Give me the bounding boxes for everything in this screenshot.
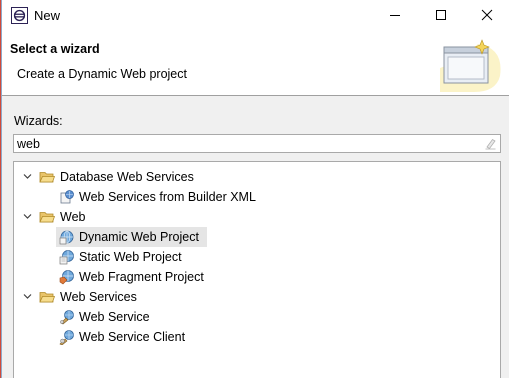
close-icon [481,9,493,21]
tree-item-web-services-from-builder-xml[interactable]: Web Services from Builder XML [14,187,500,207]
tree-group-web[interactable]: Web [14,207,500,227]
minimize-button[interactable] [372,0,418,30]
tree-item-web-fragment-project[interactable]: Web Fragment Project [14,267,500,287]
tree-item-web-service-client[interactable]: Web Service Client [14,327,500,347]
header-title: Select a wizard [10,42,100,56]
folder-open-icon [39,172,55,183]
wizard-header: Select a wizard Create a Dynamic Web pro… [2,31,509,96]
static-web-project-icon [59,250,74,265]
window-title: New [34,8,61,23]
tree-group-label: Web [60,210,86,224]
tree-item-label: Dynamic Web Project [79,230,199,244]
tree-group-label: Web Services [60,290,137,304]
maximize-icon [436,10,446,20]
tree-item-label: Web Fragment Project [79,270,204,284]
close-button[interactable] [464,0,509,30]
new-wizard-dialog: New Select a wizard Create a Dynamic Web… [1,0,509,378]
tree-item-label: Web Services from Builder XML [79,190,256,204]
minimize-icon [390,15,400,16]
clear-filter-icon[interactable] [484,137,497,150]
wizard-filter-input[interactable] [17,136,477,151]
tree-group-database-web-services[interactable]: Database Web Services [14,167,500,187]
chevron-down-icon[interactable] [22,211,33,222]
wizard-tree[interactable]: Database Web Services Web Services from … [13,161,501,378]
tree-item-static-web-project[interactable]: Static Web Project [14,247,500,267]
tree-item-label: Web Service [79,310,150,324]
dynamic-web-project-icon [59,230,74,245]
chevron-down-icon[interactable] [22,291,33,302]
maximize-button[interactable] [418,0,464,30]
tree-group-web-services[interactable]: Web Services [14,287,500,307]
wizards-label: Wizards: [14,114,63,128]
eclipse-icon [11,7,28,24]
chevron-down-icon[interactable] [22,171,33,182]
tree-item-label: Static Web Project [79,250,182,264]
tree-item-dynamic-web-project[interactable]: Dynamic Web Project [14,227,500,247]
web-services-xml-icon [60,190,74,204]
tree-group-label: Database Web Services [60,170,194,184]
tree-item-web-service[interactable]: Web Service [14,307,500,327]
folder-open-icon [39,212,55,223]
web-service-client-icon [59,330,74,345]
wizard-body: Wizards: Database Web Services [2,96,509,378]
web-fragment-project-icon [59,270,74,285]
folder-open-icon [39,292,55,303]
web-service-icon [60,310,74,325]
wizard-banner-icon [440,39,501,92]
tree-item-label: Web Service Client [79,330,186,344]
header-description: Create a Dynamic Web project [17,67,187,81]
wizard-filter-field[interactable] [13,134,501,153]
title-bar[interactable]: New [2,0,509,31]
